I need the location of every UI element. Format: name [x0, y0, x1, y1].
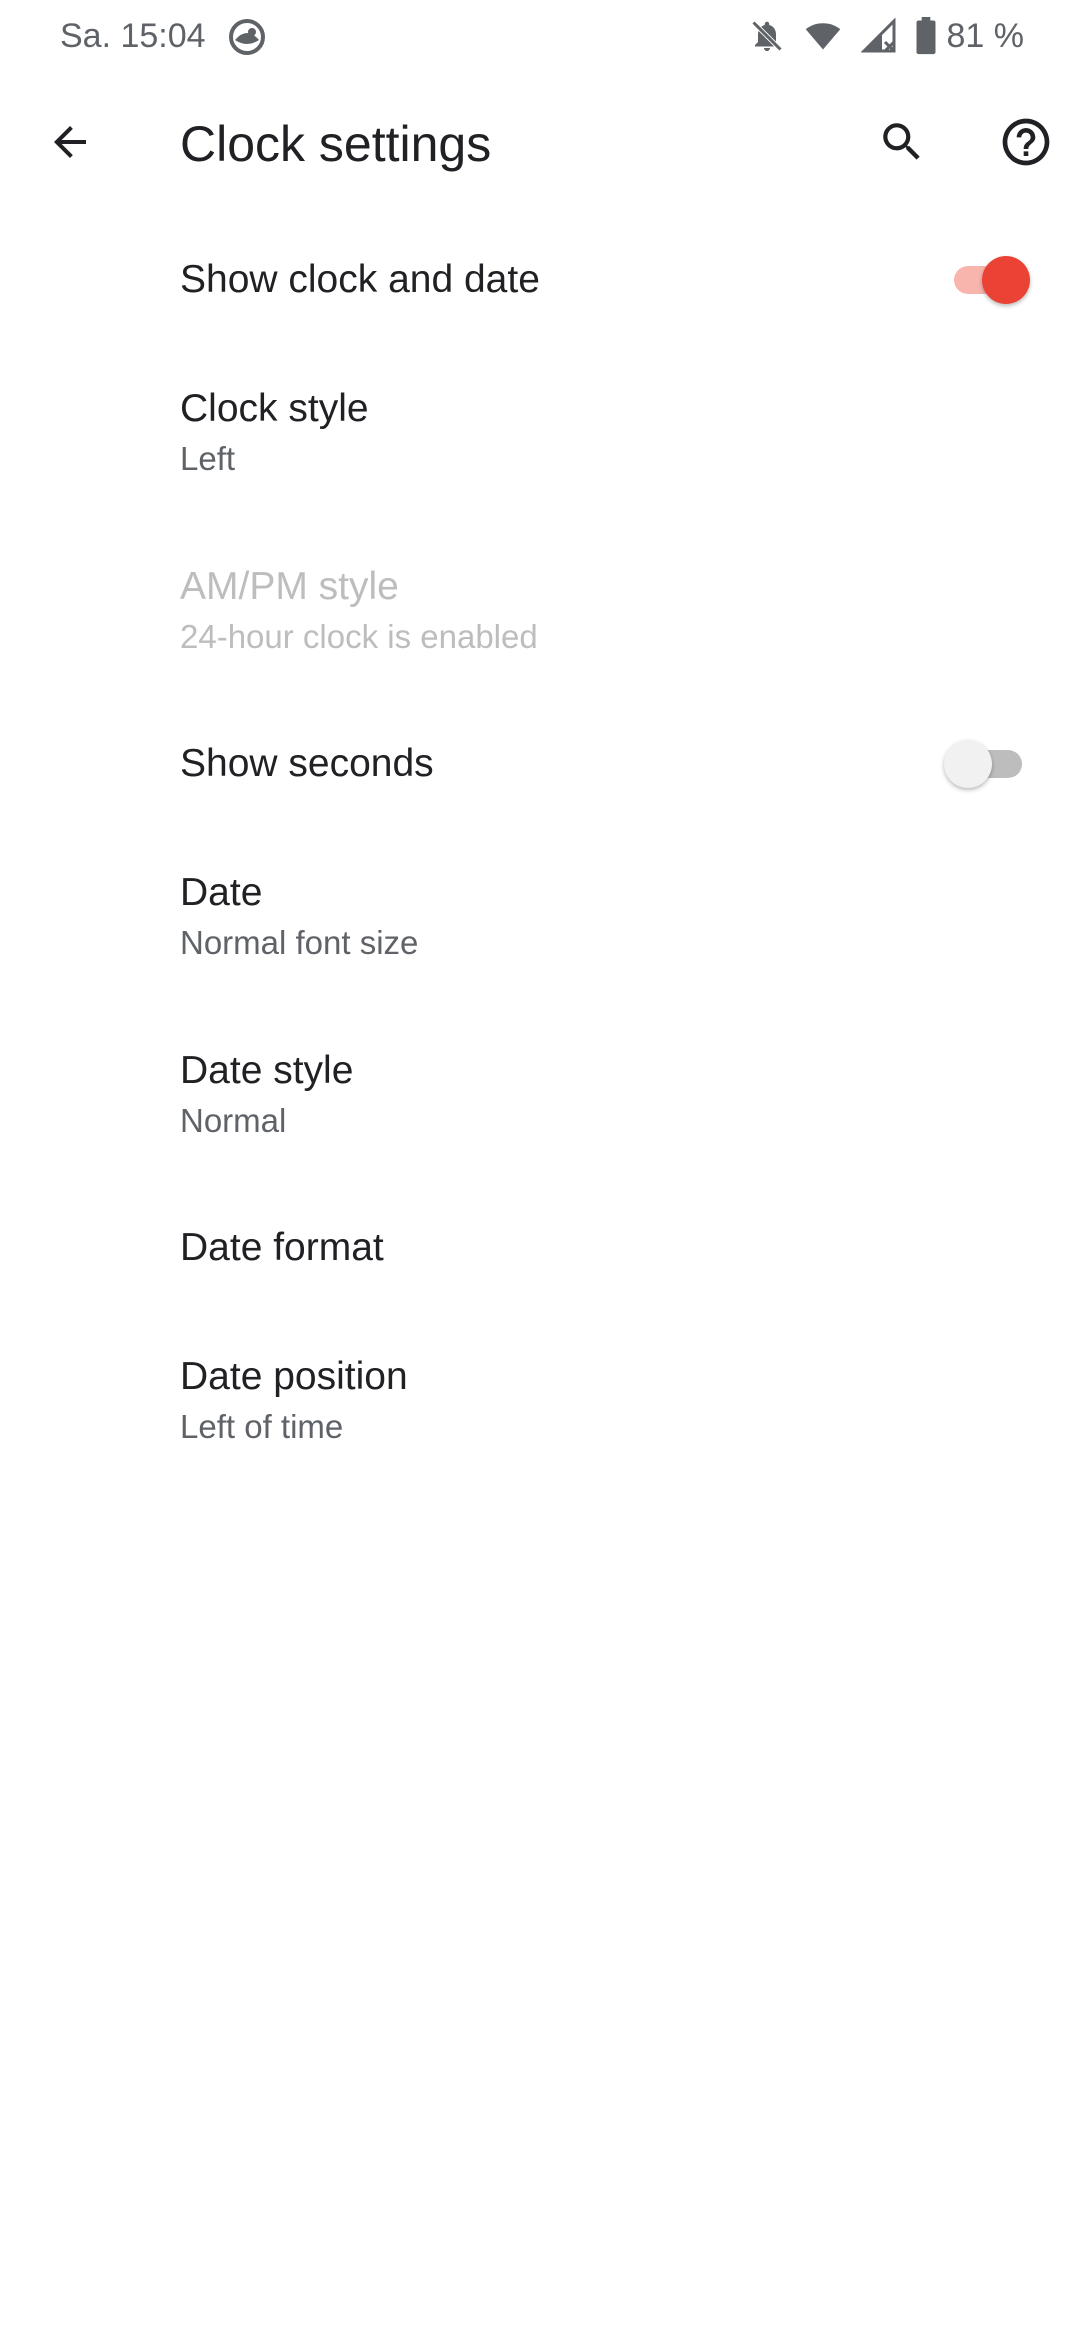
- help-button[interactable]: [988, 106, 1064, 182]
- cell-signal-icon: [860, 18, 897, 54]
- setting-title: AM/PM style: [180, 565, 399, 608]
- setting-show-clock-and-date[interactable]: Show clock and date: [0, 216, 1080, 344]
- setting-title: Date position: [180, 1355, 408, 1398]
- setting-title: Show seconds: [180, 742, 434, 785]
- app-notification-icon: [228, 18, 266, 56]
- setting-title: Show clock and date: [180, 258, 540, 301]
- wifi-icon: [803, 18, 843, 54]
- show-seconds-switch[interactable]: [944, 736, 1032, 792]
- arrow-back-icon: [46, 118, 94, 171]
- battery-percent: 81 %: [946, 17, 1025, 55]
- setting-title: Date format: [180, 1226, 384, 1269]
- setting-ampm-style: AM/PM style 24-hour clock is enabled: [0, 522, 1080, 700]
- settings-list: Show clock and date Clock style Left AM/…: [0, 216, 1080, 1490]
- back-button[interactable]: [34, 108, 106, 180]
- page-title: Clock settings: [180, 116, 492, 172]
- setting-date[interactable]: Date Normal font size: [0, 828, 1080, 1006]
- setting-title: Date style: [180, 1049, 354, 1092]
- setting-summary: Normal font size: [180, 924, 419, 961]
- setting-summary: 24-hour clock is enabled: [180, 618, 538, 655]
- show-clock-and-date-switch[interactable]: [944, 252, 1032, 308]
- switch-thumb: [944, 740, 992, 788]
- app-bar: Clock settings: [0, 72, 1080, 216]
- help-circle-icon: [998, 114, 1054, 175]
- setting-clock-style[interactable]: Clock style Left: [0, 344, 1080, 522]
- setting-date-style[interactable]: Date style Normal: [0, 1006, 1080, 1184]
- status-time: Sa. 15:04: [60, 17, 206, 55]
- status-icons: 81 %: [731, 14, 1025, 58]
- search-button[interactable]: [866, 108, 938, 180]
- setting-title: Clock style: [180, 387, 369, 430]
- status-bar: Sa. 15:04 81 %: [0, 0, 1080, 72]
- switch-thumb: [982, 256, 1030, 304]
- setting-date-position[interactable]: Date position Left of time: [0, 1312, 1080, 1490]
- setting-summary: Left: [180, 440, 236, 477]
- bell-off-icon: [749, 18, 785, 54]
- search-icon: [877, 117, 927, 172]
- setting-date-format[interactable]: Date format: [0, 1184, 1080, 1312]
- setting-title: Date: [180, 871, 263, 914]
- setting-show-seconds[interactable]: Show seconds: [0, 700, 1080, 828]
- setting-summary: Left of time: [180, 1408, 344, 1445]
- battery-icon: [915, 17, 937, 55]
- setting-summary: Normal: [180, 1102, 287, 1139]
